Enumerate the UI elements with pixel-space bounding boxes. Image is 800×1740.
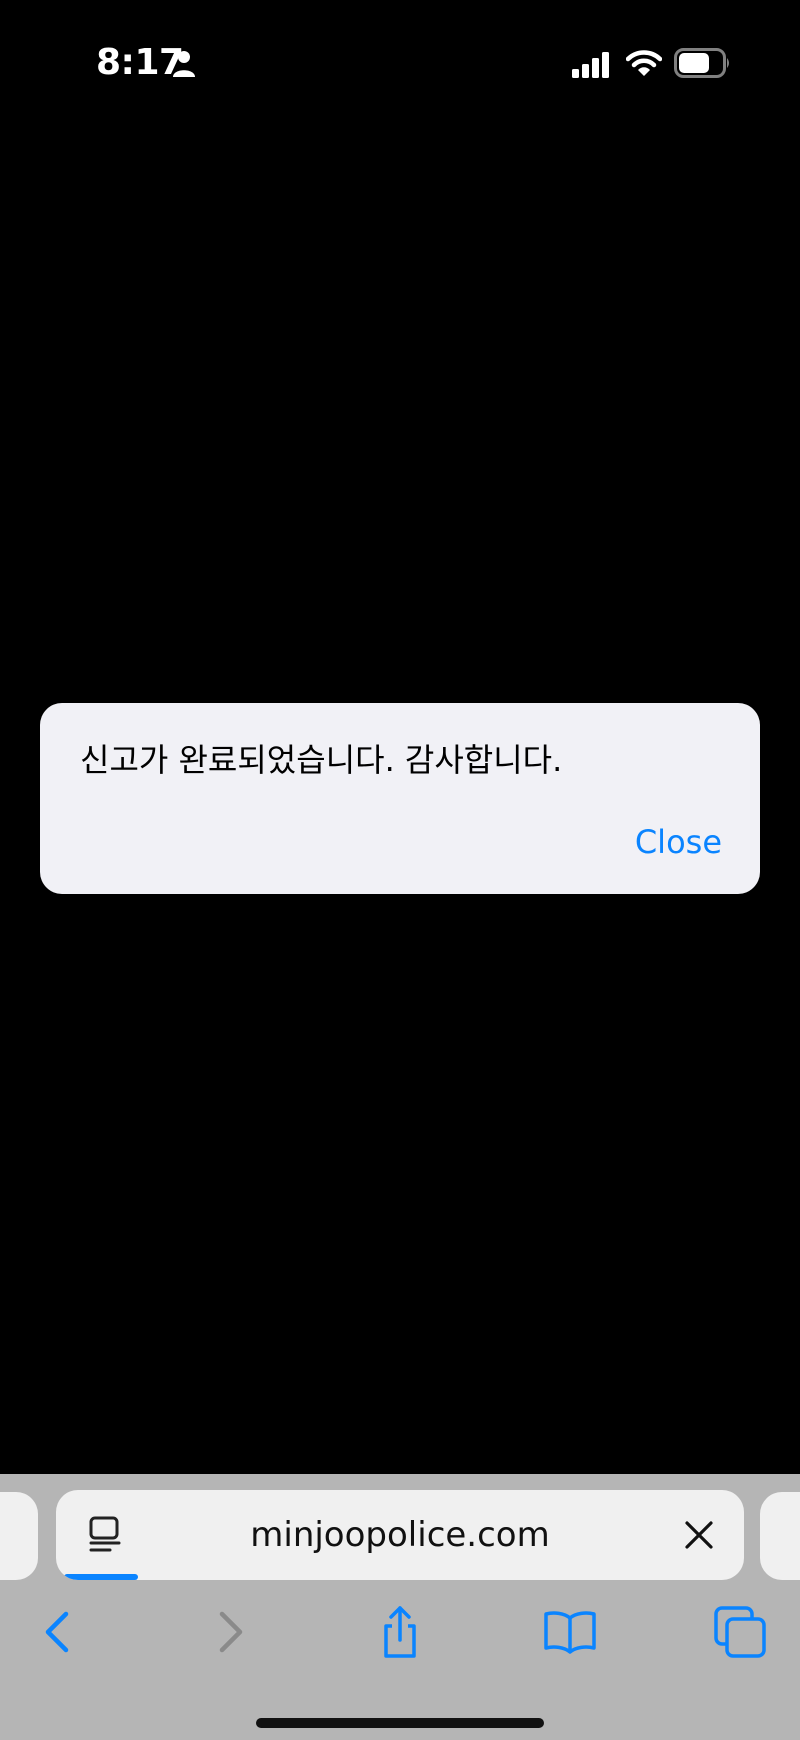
back-icon — [45, 1611, 69, 1653]
url-text[interactable]: minjoopolice.com — [56, 1515, 744, 1555]
battery-icon — [674, 48, 729, 78]
forward-icon — [219, 1611, 243, 1653]
close-button[interactable]: Close — [635, 823, 722, 861]
home-indicator[interactable] — [256, 1718, 544, 1728]
cellular-signal-icon — [572, 52, 609, 78]
back-button[interactable] — [30, 1604, 86, 1660]
alert-message: 신고가 완료되었습니다. 감사합니다. — [80, 741, 563, 779]
forward-button[interactable] — [202, 1604, 258, 1660]
address-bar[interactable]: minjoopolice.com — [56, 1490, 744, 1580]
share-button[interactable] — [372, 1604, 428, 1660]
status-bar: 8:17 — [0, 0, 800, 130]
person-icon — [173, 51, 195, 77]
share-icon — [384, 1606, 416, 1658]
page-load-progress — [64, 1574, 138, 1580]
browser-toolbar: minjoopolice.com — [0, 1474, 800, 1740]
wifi-icon — [626, 50, 662, 76]
clear-icon[interactable] — [684, 1520, 714, 1550]
bookmarks-button[interactable] — [542, 1604, 598, 1660]
alert-dialog: 신고가 완료되었습니다. 감사합니다. Close — [40, 703, 760, 894]
previous-tab-peek[interactable] — [0, 1492, 38, 1580]
status-time: 8:17 — [96, 42, 184, 83]
bookmarks-icon — [544, 1611, 596, 1654]
next-tab-peek[interactable] — [760, 1492, 800, 1580]
tabs-icon — [714, 1606, 766, 1658]
tabs-button[interactable] — [712, 1604, 768, 1660]
